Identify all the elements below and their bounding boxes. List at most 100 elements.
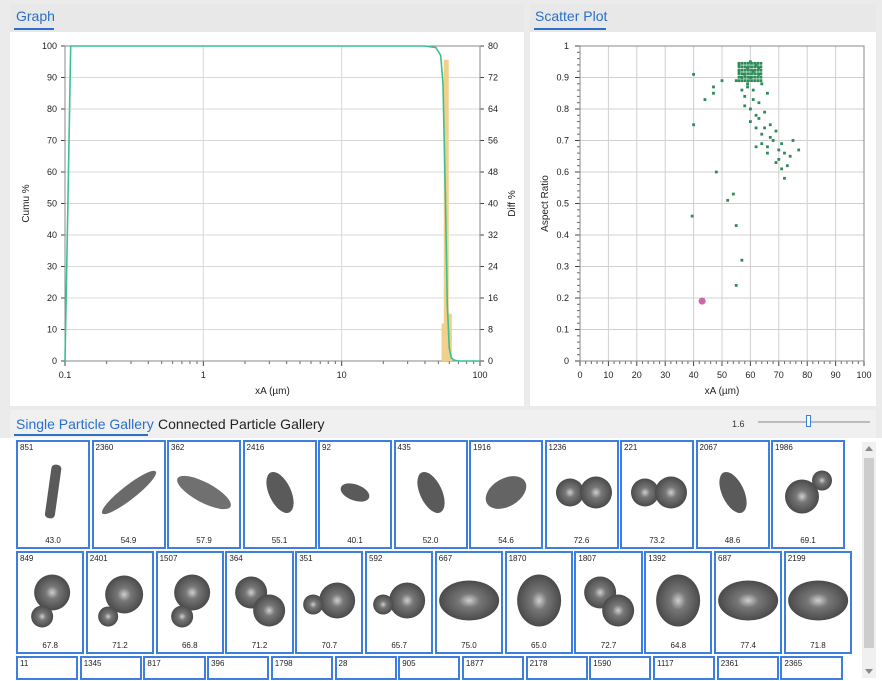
- particle-size-value: 72.6: [573, 536, 590, 545]
- particle-card[interactable]: 2401 71.2: [85, 551, 155, 654]
- particle-card[interactable]: 2178: [525, 656, 588, 680]
- particle-card[interactable]: 1392 64.8: [644, 551, 713, 654]
- particle-image: [303, 582, 356, 619]
- scroll-down-arrow[interactable]: [865, 669, 873, 674]
- particle-card[interactable]: 2360 54.9: [91, 440, 166, 549]
- particle-card[interactable]: 817: [143, 656, 206, 680]
- zoom-slider-thumb[interactable]: [805, 415, 811, 427]
- scatter-point: [731, 192, 735, 196]
- scatter-point: [756, 75, 760, 79]
- x-tick-label: 1: [201, 370, 206, 380]
- particle-card[interactable]: 364 71.2: [225, 551, 294, 654]
- scatter-point: [737, 63, 741, 67]
- particle-image: [101, 470, 156, 515]
- particle-card[interactable]: 905: [398, 656, 461, 680]
- particle-shape: [516, 574, 561, 627]
- scatter-point: [751, 88, 755, 92]
- tab-connected-particle-gallery[interactable]: Connected Particle Gallery: [158, 416, 325, 432]
- y2-tick-label: 16: [488, 293, 498, 303]
- particle-card[interactable]: 1798: [270, 656, 333, 680]
- particle-card[interactable]: 687 77.4: [714, 551, 783, 654]
- y-tick-label: 30: [47, 262, 57, 272]
- particle-card[interactable]: 592 65.7: [365, 551, 434, 654]
- particle-card[interactable]: 1236 72.6: [544, 440, 619, 549]
- particle-card[interactable]: 1877: [461, 656, 525, 680]
- y-tick-label: 40: [47, 230, 57, 240]
- particle-shape: [656, 574, 701, 627]
- particle-card[interactable]: 1590: [589, 656, 652, 680]
- particle-id: 1986: [775, 443, 793, 452]
- particle-id: 396: [211, 659, 225, 668]
- tab-graph[interactable]: Graph: [16, 8, 55, 24]
- particle-card[interactable]: 1807 72.7: [574, 551, 643, 654]
- particle-size-value: 71.8: [810, 641, 826, 650]
- particle-id: 2416: [246, 443, 265, 452]
- particle-shape: [373, 594, 394, 615]
- particle-image: [584, 576, 635, 627]
- particle-card[interactable]: 1986 69.1: [771, 440, 845, 549]
- y2-tick-label: 48: [488, 167, 498, 177]
- scatter-point: [768, 123, 772, 127]
- particle-id: 1798: [274, 659, 293, 668]
- particle-image: [718, 472, 747, 513]
- particle-image: [373, 582, 426, 619]
- scatter-point: [791, 139, 795, 142]
- highlighted-point: [698, 297, 706, 305]
- tab-single-particle-gallery[interactable]: Single Particle Gallery: [16, 416, 154, 432]
- particle-card[interactable]: 1870 65.0: [504, 551, 573, 654]
- particle-image: [44, 464, 62, 519]
- scatter-point: [743, 79, 747, 83]
- scatter-point: [750, 72, 753, 76]
- particle-card[interactable]: 1916 54.6: [469, 440, 543, 549]
- particle-card[interactable]: 1345: [79, 656, 142, 680]
- particle-card[interactable]: 351 70.7: [295, 551, 364, 654]
- scroll-thumb[interactable]: [864, 458, 874, 648]
- graph-panel: Graph 0.1 1 10 100 0 10 20 30 40 50 60 70 80 90 100 0 8 1…: [10, 4, 524, 406]
- scatter-point: [740, 258, 744, 262]
- particle-id: 849: [20, 554, 34, 563]
- particle-card[interactable]: 849 67.8: [16, 551, 85, 654]
- particle-card[interactable]: 2361: [716, 656, 779, 680]
- scatter-point: [751, 98, 755, 101]
- scatter-point: [759, 61, 763, 65]
- scatter-point: [754, 126, 758, 130]
- y-tick-label: 0: [52, 356, 57, 366]
- particle-card[interactable]: 2199 71.8: [783, 551, 853, 654]
- scatter-point: [740, 68, 744, 72]
- scatter-point: [749, 107, 752, 111]
- scatter-point: [692, 123, 695, 127]
- particle-shape: [170, 605, 193, 628]
- particle-card[interactable]: 362 57.9: [167, 440, 241, 549]
- gallery-scrollbar[interactable]: [862, 442, 876, 678]
- particle-card[interactable]: 1117: [653, 656, 716, 680]
- particle-shape: [812, 470, 832, 491]
- particle-card[interactable]: 2365: [780, 656, 843, 680]
- y-tick-label: 1: [564, 41, 569, 51]
- particle-card[interactable]: 435 52.0: [393, 440, 468, 549]
- scatter-point: [720, 79, 724, 83]
- scatter-point: [766, 91, 769, 95]
- particle-card[interactable]: 851 43.0: [16, 440, 90, 549]
- particle-id: 2178: [529, 659, 548, 668]
- particle-card[interactable]: 11: [16, 656, 79, 680]
- particle-id: 2199: [787, 554, 806, 563]
- particle-card[interactable]: 667 75.0: [434, 551, 504, 654]
- x-tick-label: 20: [632, 370, 642, 380]
- scatter-point: [768, 135, 772, 139]
- zoom-slider[interactable]: [758, 421, 870, 423]
- particle-card[interactable]: 221 73.2: [620, 440, 694, 549]
- particle-card[interactable]: 92 40.1: [318, 440, 392, 549]
- y-tick-label: 50: [47, 199, 57, 209]
- particle-card[interactable]: 28: [334, 656, 397, 680]
- scatter-point: [746, 82, 749, 86]
- particle-id: 1345: [83, 659, 102, 668]
- particle-card[interactable]: 396: [207, 656, 270, 680]
- y-tick-label: 0.6: [556, 167, 569, 177]
- particle-card[interactable]: 2067 48.6: [695, 440, 770, 549]
- particle-image: [785, 470, 832, 514]
- particle-card[interactable]: 1507 66.8: [155, 551, 224, 654]
- particle-card[interactable]: 2416 55.1: [242, 440, 317, 549]
- y-axis-label: Cumu %: [21, 184, 32, 222]
- tab-scatter-plot[interactable]: Scatter Plot: [535, 8, 607, 24]
- scroll-up-arrow[interactable]: [865, 446, 873, 451]
